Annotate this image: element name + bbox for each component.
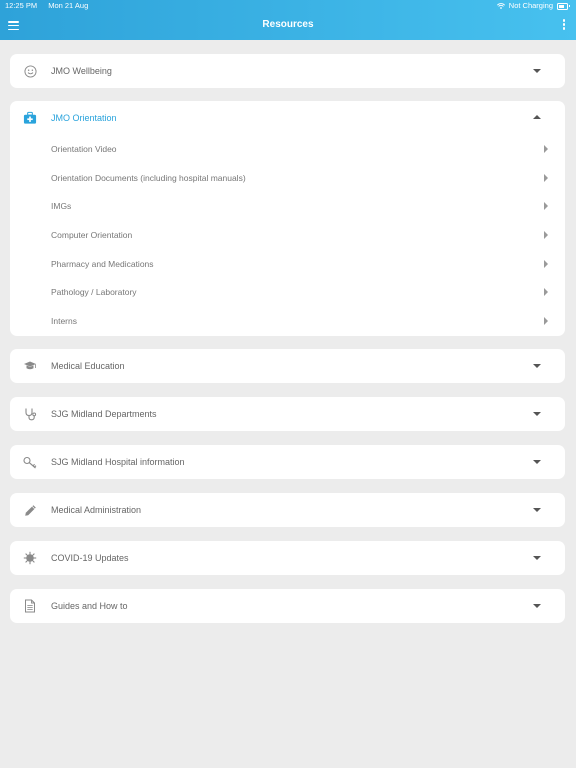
section-header[interactable]: COVID-19 Updates <box>10 541 565 575</box>
more-options-icon[interactable] <box>562 19 566 32</box>
chevron-down-icon <box>533 556 541 560</box>
chevron-down-icon <box>533 69 541 73</box>
chevron-right-icon <box>544 173 548 182</box>
list-item[interactable]: Orientation Video <box>10 135 565 164</box>
list-item-label: Interns <box>51 316 77 327</box>
section-title: SJG Midland Hospital information <box>51 457 185 467</box>
chevron-right-icon <box>544 317 548 326</box>
list-item-label: Orientation Documents (including hospita… <box>51 172 246 183</box>
section-header[interactable]: SJG Midland Departments <box>10 397 565 431</box>
section-jmo-wellbeing: JMO Wellbeing <box>10 54 565 88</box>
graduation-cap-icon <box>23 359 37 373</box>
pencil-icon <box>23 503 37 517</box>
status-bar: 12:25 PM Mon 21 Aug Not Charging <box>0 0 576 12</box>
document-icon <box>23 599 37 613</box>
section-sjg-midland-departments: SJG Midland Departments <box>10 397 565 431</box>
virus-icon <box>23 551 37 565</box>
section-title: Medical Administration <box>51 505 142 515</box>
section-header[interactable]: SJG Midland Hospital information <box>10 445 565 479</box>
chevron-down-icon <box>533 364 541 368</box>
chevron-down-icon <box>533 460 541 464</box>
status-time: 12:25 PM <box>5 1 38 10</box>
section-header[interactable]: JMO Wellbeing <box>10 54 565 88</box>
list-item-label: Pharmacy and Medications <box>51 258 154 269</box>
list-item-label: Orientation Video <box>51 144 117 154</box>
list-item[interactable]: Orientation Documents (including hospita… <box>10 164 565 193</box>
charging-status: Not Charging <box>508 1 553 10</box>
smiley-icon <box>23 64 37 78</box>
section-header[interactable]: Medical Administration <box>10 493 565 527</box>
section-guides-and-how-to: Guides and How to <box>10 589 565 623</box>
section-header[interactable]: Medical Education <box>10 349 565 383</box>
section-header[interactable]: Guides and How to <box>10 589 565 623</box>
section-header[interactable]: JMO Orientation <box>10 101 565 135</box>
chevron-down-icon <box>533 604 541 608</box>
section-medical-administration: Medical Administration <box>10 493 565 527</box>
chevron-right-icon <box>544 231 548 240</box>
list-item[interactable]: Pharmacy and Medications <box>10 250 565 279</box>
list-item[interactable]: IMGs <box>10 192 565 221</box>
status-date: Mon 21 Aug <box>48 1 89 10</box>
page-title: Resources <box>262 19 314 30</box>
section-title: JMO Orientation <box>51 113 117 123</box>
section-title: Guides and How to <box>51 601 128 611</box>
section-title: Medical Education <box>51 361 125 371</box>
section-medical-education: Medical Education <box>10 349 565 383</box>
section-jmo-orientation: JMO Orientation Orientation Video Orient… <box>10 101 565 336</box>
stethoscope-icon <box>23 407 37 421</box>
battery-icon <box>557 2 570 10</box>
first-aid-icon <box>23 111 37 125</box>
section-title: COVID-19 Updates <box>51 553 129 563</box>
chevron-right-icon <box>544 259 548 268</box>
section-title: JMO Wellbeing <box>51 66 112 76</box>
wifi-icon <box>496 3 505 9</box>
list-item[interactable]: Pathology / Laboratory <box>10 278 565 307</box>
chevron-right-icon <box>544 145 548 153</box>
chevron-up-icon <box>533 115 541 119</box>
chevron-down-icon <box>533 412 541 416</box>
list-item[interactable]: Interns <box>10 307 565 336</box>
section-title: SJG Midland Departments <box>51 409 157 419</box>
section-covid-19-updates: COVID-19 Updates <box>10 541 565 575</box>
key-icon <box>23 455 37 469</box>
chevron-down-icon <box>533 508 541 512</box>
list-item-label: Computer Orientation <box>51 230 133 241</box>
chevron-right-icon <box>544 202 548 211</box>
list-item[interactable]: Computer Orientation <box>10 221 565 250</box>
list-item-label: Pathology / Laboratory <box>51 287 137 298</box>
chevron-right-icon <box>544 288 548 297</box>
section-sjg-midland-hospital-information: SJG Midland Hospital information <box>10 445 565 479</box>
list-item-label: IMGs <box>51 201 72 212</box>
